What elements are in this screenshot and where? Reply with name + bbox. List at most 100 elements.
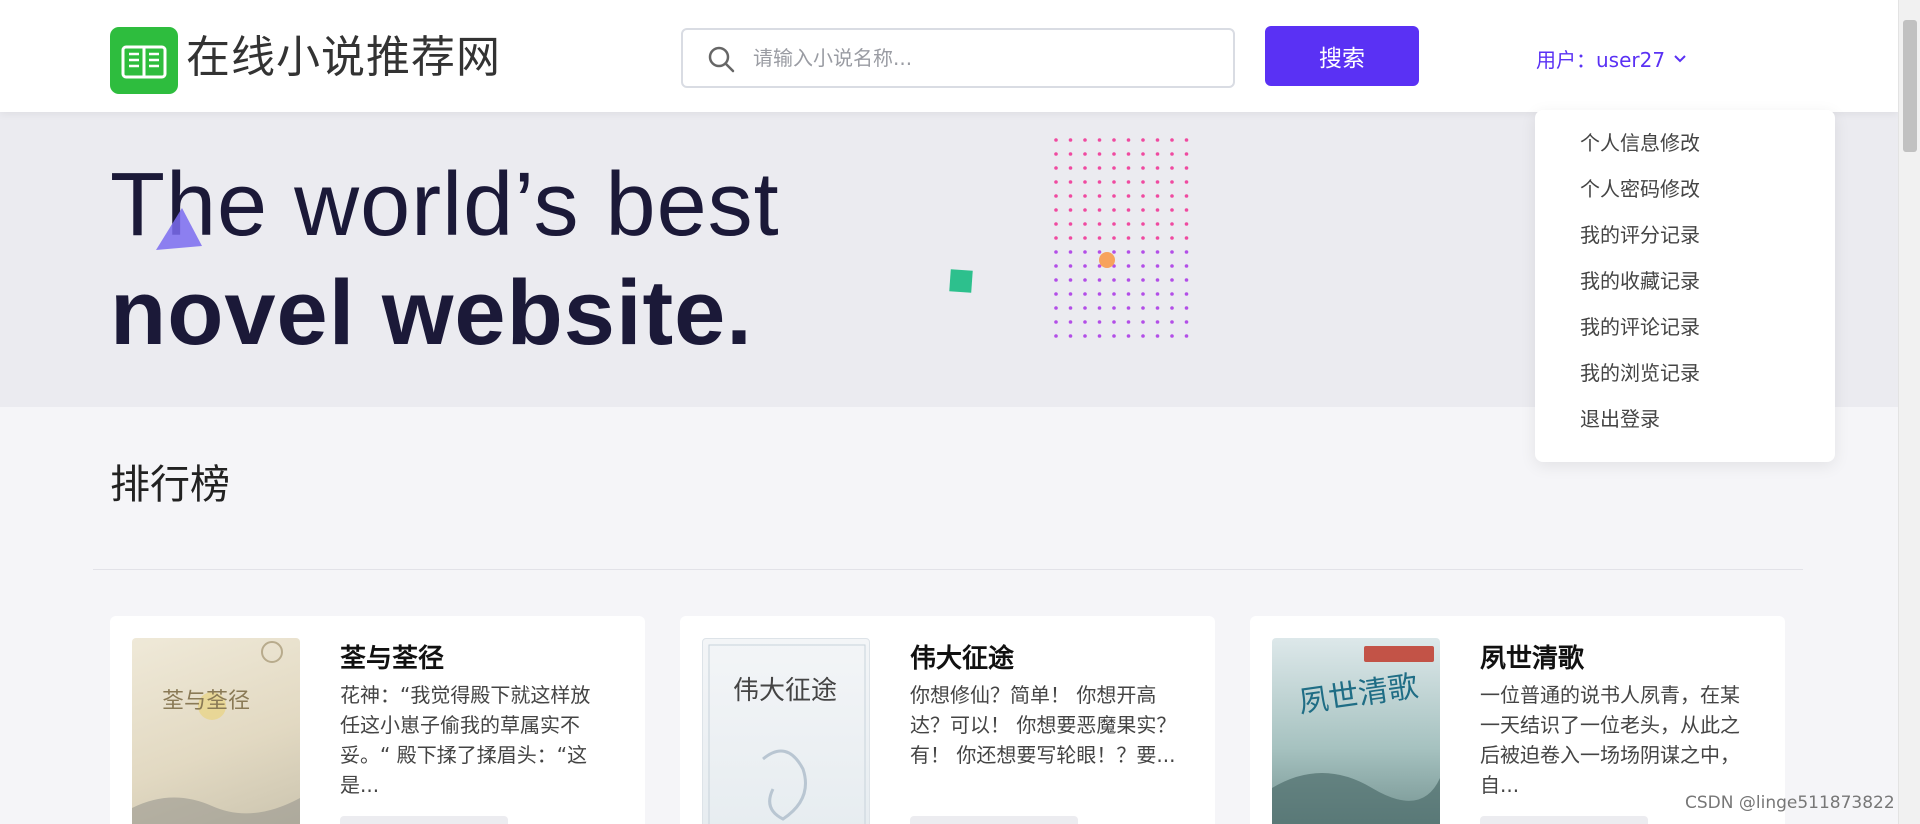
book-title[interactable]: 夙世清歌 (1480, 638, 1584, 675)
decorative-dot (1068, 236, 1073, 240)
decorative-dot (1170, 166, 1174, 170)
decorative-dot-grid (1054, 138, 1189, 338)
decorative-dot (1141, 138, 1145, 142)
menu-item-favorite-records[interactable]: 我的收藏记录 (1535, 258, 1835, 304)
decorative-dot (1155, 222, 1160, 226)
decorative-dot (1155, 138, 1160, 142)
decorative-dot (1112, 180, 1116, 184)
decorative-dot (1170, 292, 1174, 296)
book-card[interactable]: 荃与荃径 荃与荃径 花神：“我觉得殿下就这样放任这小崽子偷我的草属实不妥。“ 殿… (110, 616, 645, 824)
decorative-dot (1054, 278, 1058, 282)
cover-title: 夙世清歌 (1297, 669, 1421, 720)
book-cover[interactable]: 伟大征途 (702, 638, 870, 824)
decorative-dot (1141, 180, 1145, 184)
search-button[interactable]: 搜索 (1265, 26, 1419, 86)
decorative-dot (1126, 208, 1131, 212)
decorative-dot (1068, 222, 1073, 226)
menu-item-rating-records[interactable]: 我的评分记录 (1535, 212, 1835, 258)
decorative-dot (1068, 264, 1073, 268)
decorative-dot (1054, 180, 1058, 184)
search-icon (708, 46, 735, 73)
book-cover[interactable]: 夙世清歌 (1272, 638, 1440, 824)
menu-item-browse-records[interactable]: 我的浏览记录 (1535, 350, 1835, 396)
decorative-dot (1155, 320, 1160, 324)
decorative-dot (1184, 278, 1189, 282)
decorative-dot (1083, 278, 1087, 282)
decorative-dot (1097, 152, 1102, 156)
decorative-dot (1170, 320, 1174, 324)
decorative-dot (1068, 278, 1073, 282)
decorative-dot (1068, 138, 1073, 142)
site-name[interactable]: 在线小说推荐网 (186, 30, 501, 86)
decorative-dot (1097, 278, 1102, 282)
decorative-dot (1126, 278, 1131, 282)
decorative-dot (1083, 180, 1087, 184)
book-cover[interactable]: 荃与荃径 (132, 638, 300, 824)
book-title[interactable]: 伟大征途 (910, 638, 1014, 675)
book-card[interactable]: 伟大征途 伟大征途 你想修仙？简单！ 你想开高达？可以！ 你想要恶魔果实？有！ … (680, 616, 1215, 824)
decorative-dot (1170, 194, 1174, 198)
menu-item-logout[interactable]: 退出登录 (1535, 396, 1835, 442)
decorative-dot (1054, 250, 1058, 254)
decorative-dot (1054, 292, 1058, 296)
decorative-dot (1126, 320, 1131, 324)
book-title[interactable]: 荃与荃径 (340, 638, 444, 675)
decorative-dot (1126, 250, 1131, 254)
decorative-dot (1155, 194, 1160, 198)
decorative-dot (1083, 222, 1087, 226)
decorative-dot (1126, 152, 1131, 156)
user-menu[interactable]: 用户：user27 (1536, 44, 1687, 73)
decorative-dot (1054, 306, 1058, 310)
scrollbar[interactable] (1898, 0, 1920, 824)
decorative-dot (1126, 138, 1131, 142)
user-label[interactable]: 用户：user27 (1536, 44, 1665, 73)
decorative-dot (1126, 222, 1131, 226)
decorative-dot (1097, 292, 1102, 296)
cover-title: 伟大征途 (733, 676, 837, 706)
decorative-dot (1083, 138, 1087, 142)
book-tag[interactable] (340, 816, 508, 824)
book-tag[interactable] (1480, 816, 1648, 824)
decorative-dot (1141, 306, 1145, 310)
decorative-dot (1112, 320, 1116, 324)
decorative-dot (1126, 180, 1131, 184)
decorative-dot (1155, 264, 1160, 268)
search-input[interactable] (753, 30, 1223, 86)
book-tag[interactable] (910, 816, 1078, 824)
decorative-dot (1068, 320, 1073, 324)
decorative-dot (1184, 152, 1189, 156)
decorative-dot (1170, 180, 1174, 184)
decorative-dot (1155, 152, 1160, 156)
decorative-dot (1083, 236, 1087, 240)
menu-item-comment-records[interactable]: 我的评论记录 (1535, 304, 1835, 350)
decorative-dot (1170, 278, 1174, 282)
decorative-dot (1184, 166, 1189, 170)
decorative-dot (1126, 292, 1131, 296)
decorative-dot (1083, 334, 1087, 338)
book-description: 你想修仙？简单！ 你想开高达？可以！ 你想要恶魔果实？有！ 你还想要写轮眼！？要… (910, 683, 1177, 767)
decorative-dot (1141, 208, 1145, 212)
section-divider (93, 569, 1803, 570)
scrollbar-thumb[interactable] (1903, 20, 1917, 152)
decorative-dot (1068, 152, 1073, 156)
menu-item-password-edit[interactable]: 个人密码修改 (1535, 166, 1835, 212)
book-logo-icon[interactable] (110, 27, 178, 94)
decorative-dot (1097, 236, 1102, 240)
decorative-dot (1083, 208, 1087, 212)
decorative-dot (1054, 166, 1058, 170)
decorative-dot (1054, 320, 1058, 324)
decorative-dot (1112, 152, 1116, 156)
decorative-dot (1097, 334, 1102, 338)
decorative-dot (1184, 292, 1189, 296)
menu-item-profile-edit[interactable]: 个人信息修改 (1535, 120, 1835, 166)
decorative-dot (1184, 194, 1189, 198)
decorative-dot (1170, 250, 1174, 254)
decorative-dot (1184, 208, 1189, 212)
decorative-dot (1184, 320, 1189, 324)
decorative-dot (1054, 334, 1058, 338)
decorative-dot (1099, 252, 1115, 268)
decorative-dot (1083, 292, 1087, 296)
decorative-dot (1184, 306, 1189, 310)
decorative-dot (1083, 194, 1087, 198)
decorative-dot (1141, 264, 1145, 268)
